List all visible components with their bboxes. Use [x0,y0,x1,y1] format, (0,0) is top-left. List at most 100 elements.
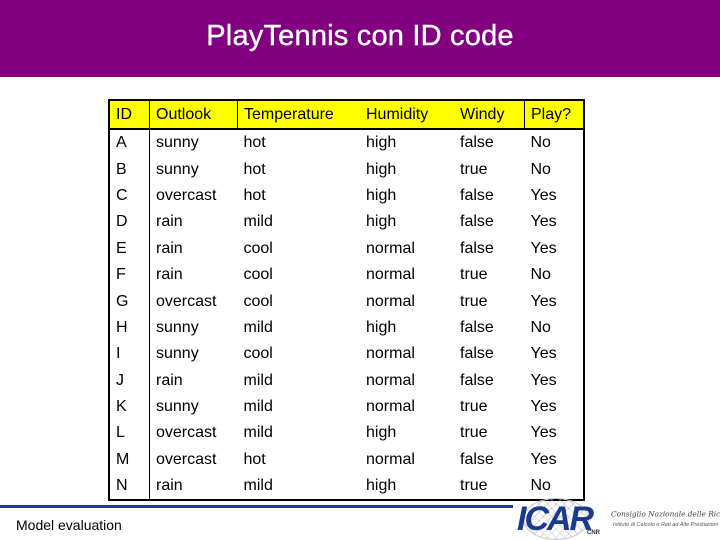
table-row: Drain mild high false Yes [109,209,584,236]
cell-outlook: rain [156,371,183,389]
table-row: Movercast hot normal false Yes [109,446,584,474]
cell-humidity: high [366,477,397,495]
cell-play: Yes [530,239,557,257]
cell-outlook: rain [156,266,183,284]
logo-mark: ICAR [517,500,594,538]
cell-temperature: cool [243,239,273,257]
cell-temperature: mild [243,398,273,416]
footer-text: Model evaluation [16,517,122,533]
table-row: Ksunny mild normal true Yes [109,393,584,421]
cell-humidity: normal [366,398,415,416]
cell-windy: false [460,239,494,257]
cell-humidity: normal [366,292,415,310]
cell-outlook: overcast [156,292,217,310]
cell-id: A [109,129,150,157]
cell-play: Yes [530,450,557,468]
cell-temperature: hot [243,134,266,152]
table-row: Frain cool normal true No [109,261,584,289]
cell-id: L [109,420,150,447]
cell-outlook: sunny [156,345,199,363]
cell-temperature: cool [243,266,273,284]
table-row: Hsunny mild high false No [109,314,584,342]
cell-id: B [109,156,150,183]
logo-org-name: Consiglio Nazionale delle Ricerche [611,510,720,519]
table-row: Covercast hot high false Yes [109,182,584,210]
cell-windy: true [460,160,488,178]
cell-id: G [109,288,150,315]
cell-play: Yes [530,292,557,310]
cell-play: Yes [530,186,557,204]
cell-play: No [530,477,551,495]
cell-id: E [109,235,150,262]
cell-play: Yes [530,424,557,442]
column-header-humidity: Humidity [360,100,454,130]
cell-id: K [109,393,150,421]
cell-humidity: high [366,160,397,178]
table-row: Govercast cool normal true Yes [109,288,584,315]
cell-outlook: overcast [156,450,217,468]
cell-id: N [109,473,150,501]
cell-outlook: rain [156,213,183,231]
column-header-id: ID [109,100,150,130]
cell-humidity: normal [366,239,415,257]
cell-outlook: overcast [156,424,217,442]
cell-humidity: normal [366,266,415,284]
icar-logo: ICAR CNR Consiglio Nazionale delle Ricer… [515,498,720,540]
column-header-play: Play? [524,100,584,130]
cell-outlook: sunny [156,160,199,178]
table-row: Erain cool normal false Yes [109,235,584,262]
cell-humidity: high [366,186,397,204]
cell-windy: false [460,213,494,231]
cell-temperature: cool [243,345,273,363]
cell-play: Yes [530,371,557,389]
cell-windy: true [460,477,488,495]
title-bar: PlayTennis con ID code [0,0,720,77]
cell-play: Yes [530,345,557,363]
cell-temperature: hot [243,450,266,468]
cell-play: Yes [530,398,557,416]
table-row: Bsunny hot high true No [109,156,584,183]
cell-outlook: overcast [156,186,217,204]
cell-windy: true [460,292,488,310]
cell-windy: false [460,371,494,389]
cell-id: H [109,314,150,342]
cell-humidity: high [366,134,397,152]
cell-windy: true [460,424,488,442]
cell-id: M [109,446,150,474]
logo-org-subtitle: Istituto di Calcolo e Reti ad Alte Prest… [613,522,718,528]
cell-windy: false [460,186,494,204]
cell-play: Yes [530,213,557,231]
cell-humidity: high [366,318,397,336]
cell-id: J [109,367,150,394]
table-row: Jrain mild normal false Yes [109,367,584,394]
cell-outlook: rain [156,477,183,495]
cell-windy: false [460,318,494,336]
cell-windy: true [460,266,488,284]
table-row: Asunny hot high false No [109,129,584,157]
cell-humidity: high [366,424,397,442]
table-row: Nrain mild high true No [109,473,584,501]
playtennis-table: ID Outlook Temperature Humidity Windy Play? A… [108,99,585,502]
cell-windy: true [460,398,488,416]
cell-play: No [530,318,551,336]
cell-windy: false [460,345,494,363]
cell-outlook: sunny [156,134,199,152]
footer-divider [0,505,513,508]
logo-cnr: CNR [587,530,600,536]
cell-id: C [109,182,150,210]
column-header-temperature: Temperature [237,100,360,130]
cell-windy: false [460,450,494,468]
cell-humidity: high [366,213,397,231]
cell-temperature: hot [243,186,266,204]
cell-id: F [109,261,150,289]
cell-temperature: cool [243,292,273,310]
cell-temperature: hot [243,160,266,178]
cell-windy: false [460,134,494,152]
cell-temperature: mild [243,318,273,336]
cell-play: No [530,266,551,284]
cell-temperature: mild [243,213,273,231]
table-body: Asunny hot high false No Bsunny hot high true No C… [109,129,584,501]
table-header-row: ID Outlook Temperature Humidity Windy Play? [109,100,584,130]
table-row: Lovercast mild high true Yes [109,420,584,447]
cell-humidity: normal [366,371,415,389]
